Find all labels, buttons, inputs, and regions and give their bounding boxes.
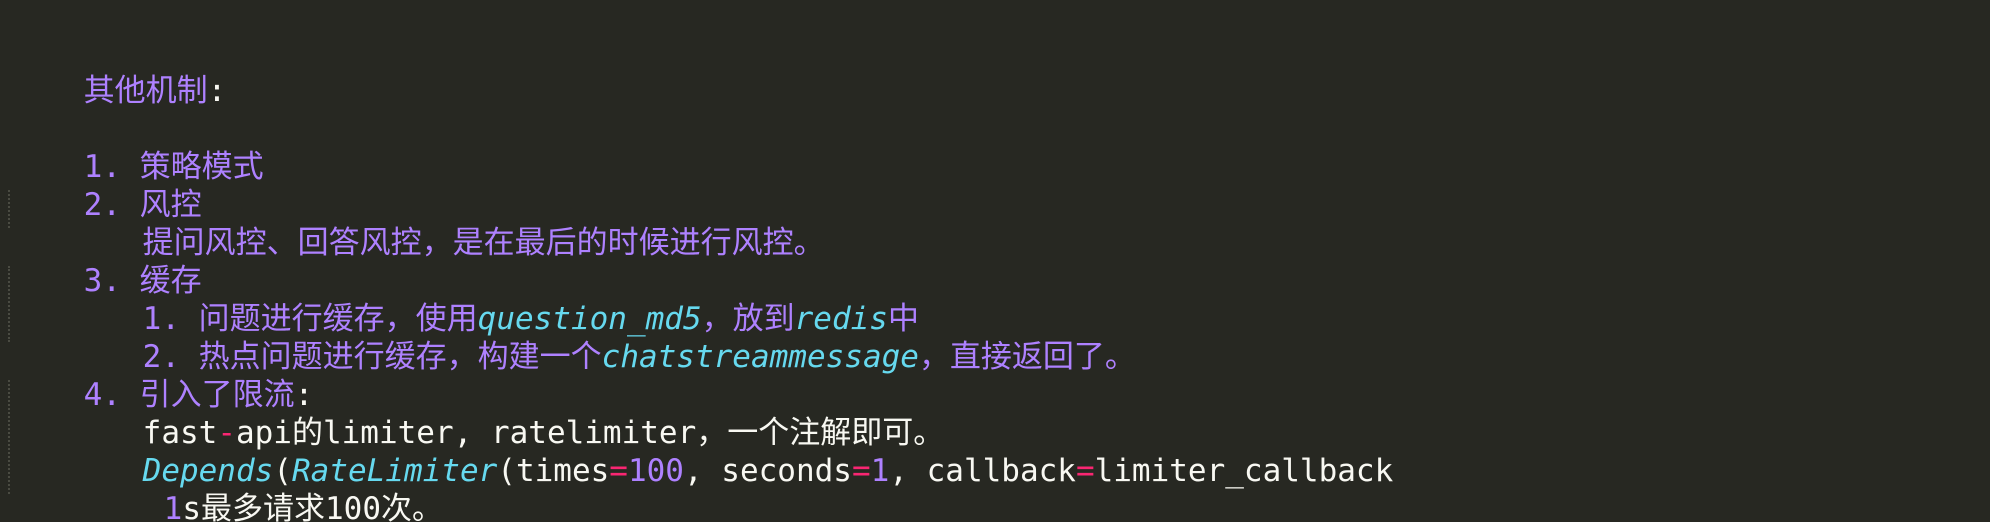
code-number: 100 xyxy=(627,453,684,489)
code-operator: = xyxy=(609,453,628,489)
detail-text: 提问风控、回答风控，是在最后的时候进行风控。 xyxy=(142,225,825,261)
list-item-2-detail: 提问风控、回答风控，是在最后的时候进行风控。 xyxy=(68,186,825,261)
sub-item-2: 2. 热点问题进行缓存，构建一个chatstreammessage，直接返回了。 xyxy=(68,300,1136,375)
list-item-1: 1. 策略模式 xyxy=(9,110,264,185)
list-item-4: 4. 引入了限流: xyxy=(9,338,314,413)
code-arg: seconds xyxy=(721,453,852,489)
code-line-3: 1s最多请求100次。 xyxy=(89,452,443,522)
markdown-editor[interactable]: 其他机制: 1. 策略模式 2. 风控 提问风控、回答风控，是在最后的时候进行风… xyxy=(0,0,1990,522)
code-sep: , xyxy=(683,453,722,489)
code-line-1: fast-api的limiter, ratelimiter，一个注解即可。 xyxy=(68,376,945,451)
inline-code: chatstreammessage xyxy=(601,339,919,375)
code-arg: times xyxy=(515,453,610,489)
sub-text: ，直接返回了。 xyxy=(918,339,1136,375)
code-text: s最多请求100次。 xyxy=(182,491,443,522)
heading-text: 其他机制 xyxy=(83,73,208,109)
code-line-2: Depends(RateLimiter(times=100, seconds=1… xyxy=(68,414,1394,489)
heading-colon: : xyxy=(207,73,227,109)
code-operator: = xyxy=(851,453,871,489)
code-operator: = xyxy=(1075,453,1095,489)
code-paren: ( xyxy=(497,453,516,489)
code-value: limiter_callback xyxy=(1094,453,1394,489)
code-sep: , xyxy=(889,453,927,489)
heading-line: 其他机制: xyxy=(9,34,227,109)
code-number: 1 xyxy=(870,453,890,489)
code-number: 1 xyxy=(163,491,183,522)
sub-item-1: 1. 问题进行缓存，使用question_md5，放到redis中 xyxy=(68,262,919,337)
list-item-2: 2. 风控 xyxy=(9,148,202,223)
list-item-3: 3. 缓存 xyxy=(9,224,202,299)
code-arg: callback xyxy=(926,453,1076,489)
